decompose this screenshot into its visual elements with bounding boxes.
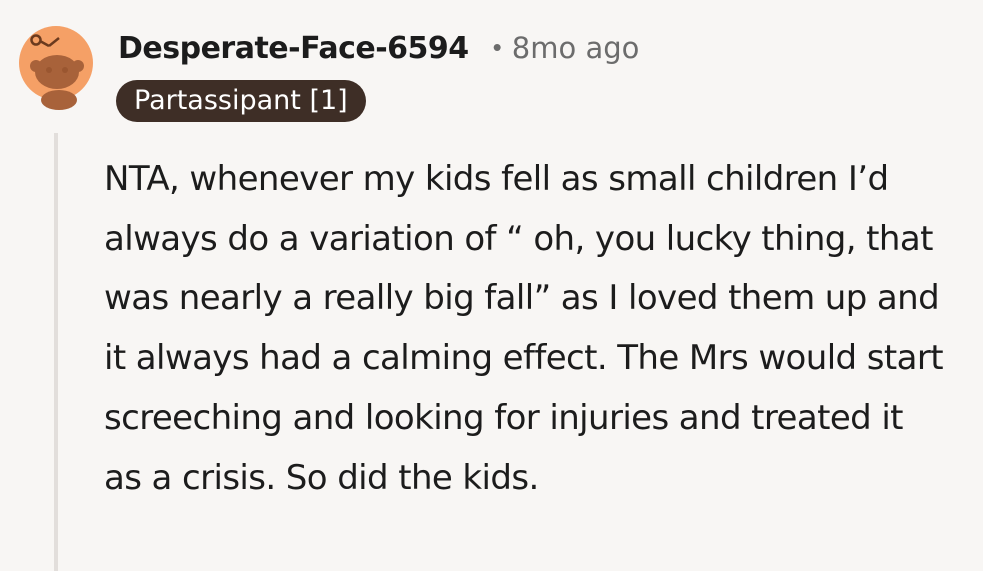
comment: Desperate-Face-6594 • 8mo ago Partassipa… <box>0 0 983 571</box>
thread-line[interactable] <box>54 133 58 571</box>
user-flair: Partassipant [1] <box>116 80 366 122</box>
comment-timestamp[interactable]: 8mo ago <box>512 31 640 65</box>
separator-dot: • <box>492 31 502 62</box>
comment-header: Desperate-Face-6594 • 8mo ago <box>118 26 639 70</box>
snoo-avatar-icon <box>19 26 93 110</box>
author-username[interactable]: Desperate-Face-6594 <box>118 31 469 66</box>
comment-body: NTA, whenever my kids fell as small chil… <box>104 159 944 498</box>
user-avatar[interactable] <box>19 16 93 111</box>
